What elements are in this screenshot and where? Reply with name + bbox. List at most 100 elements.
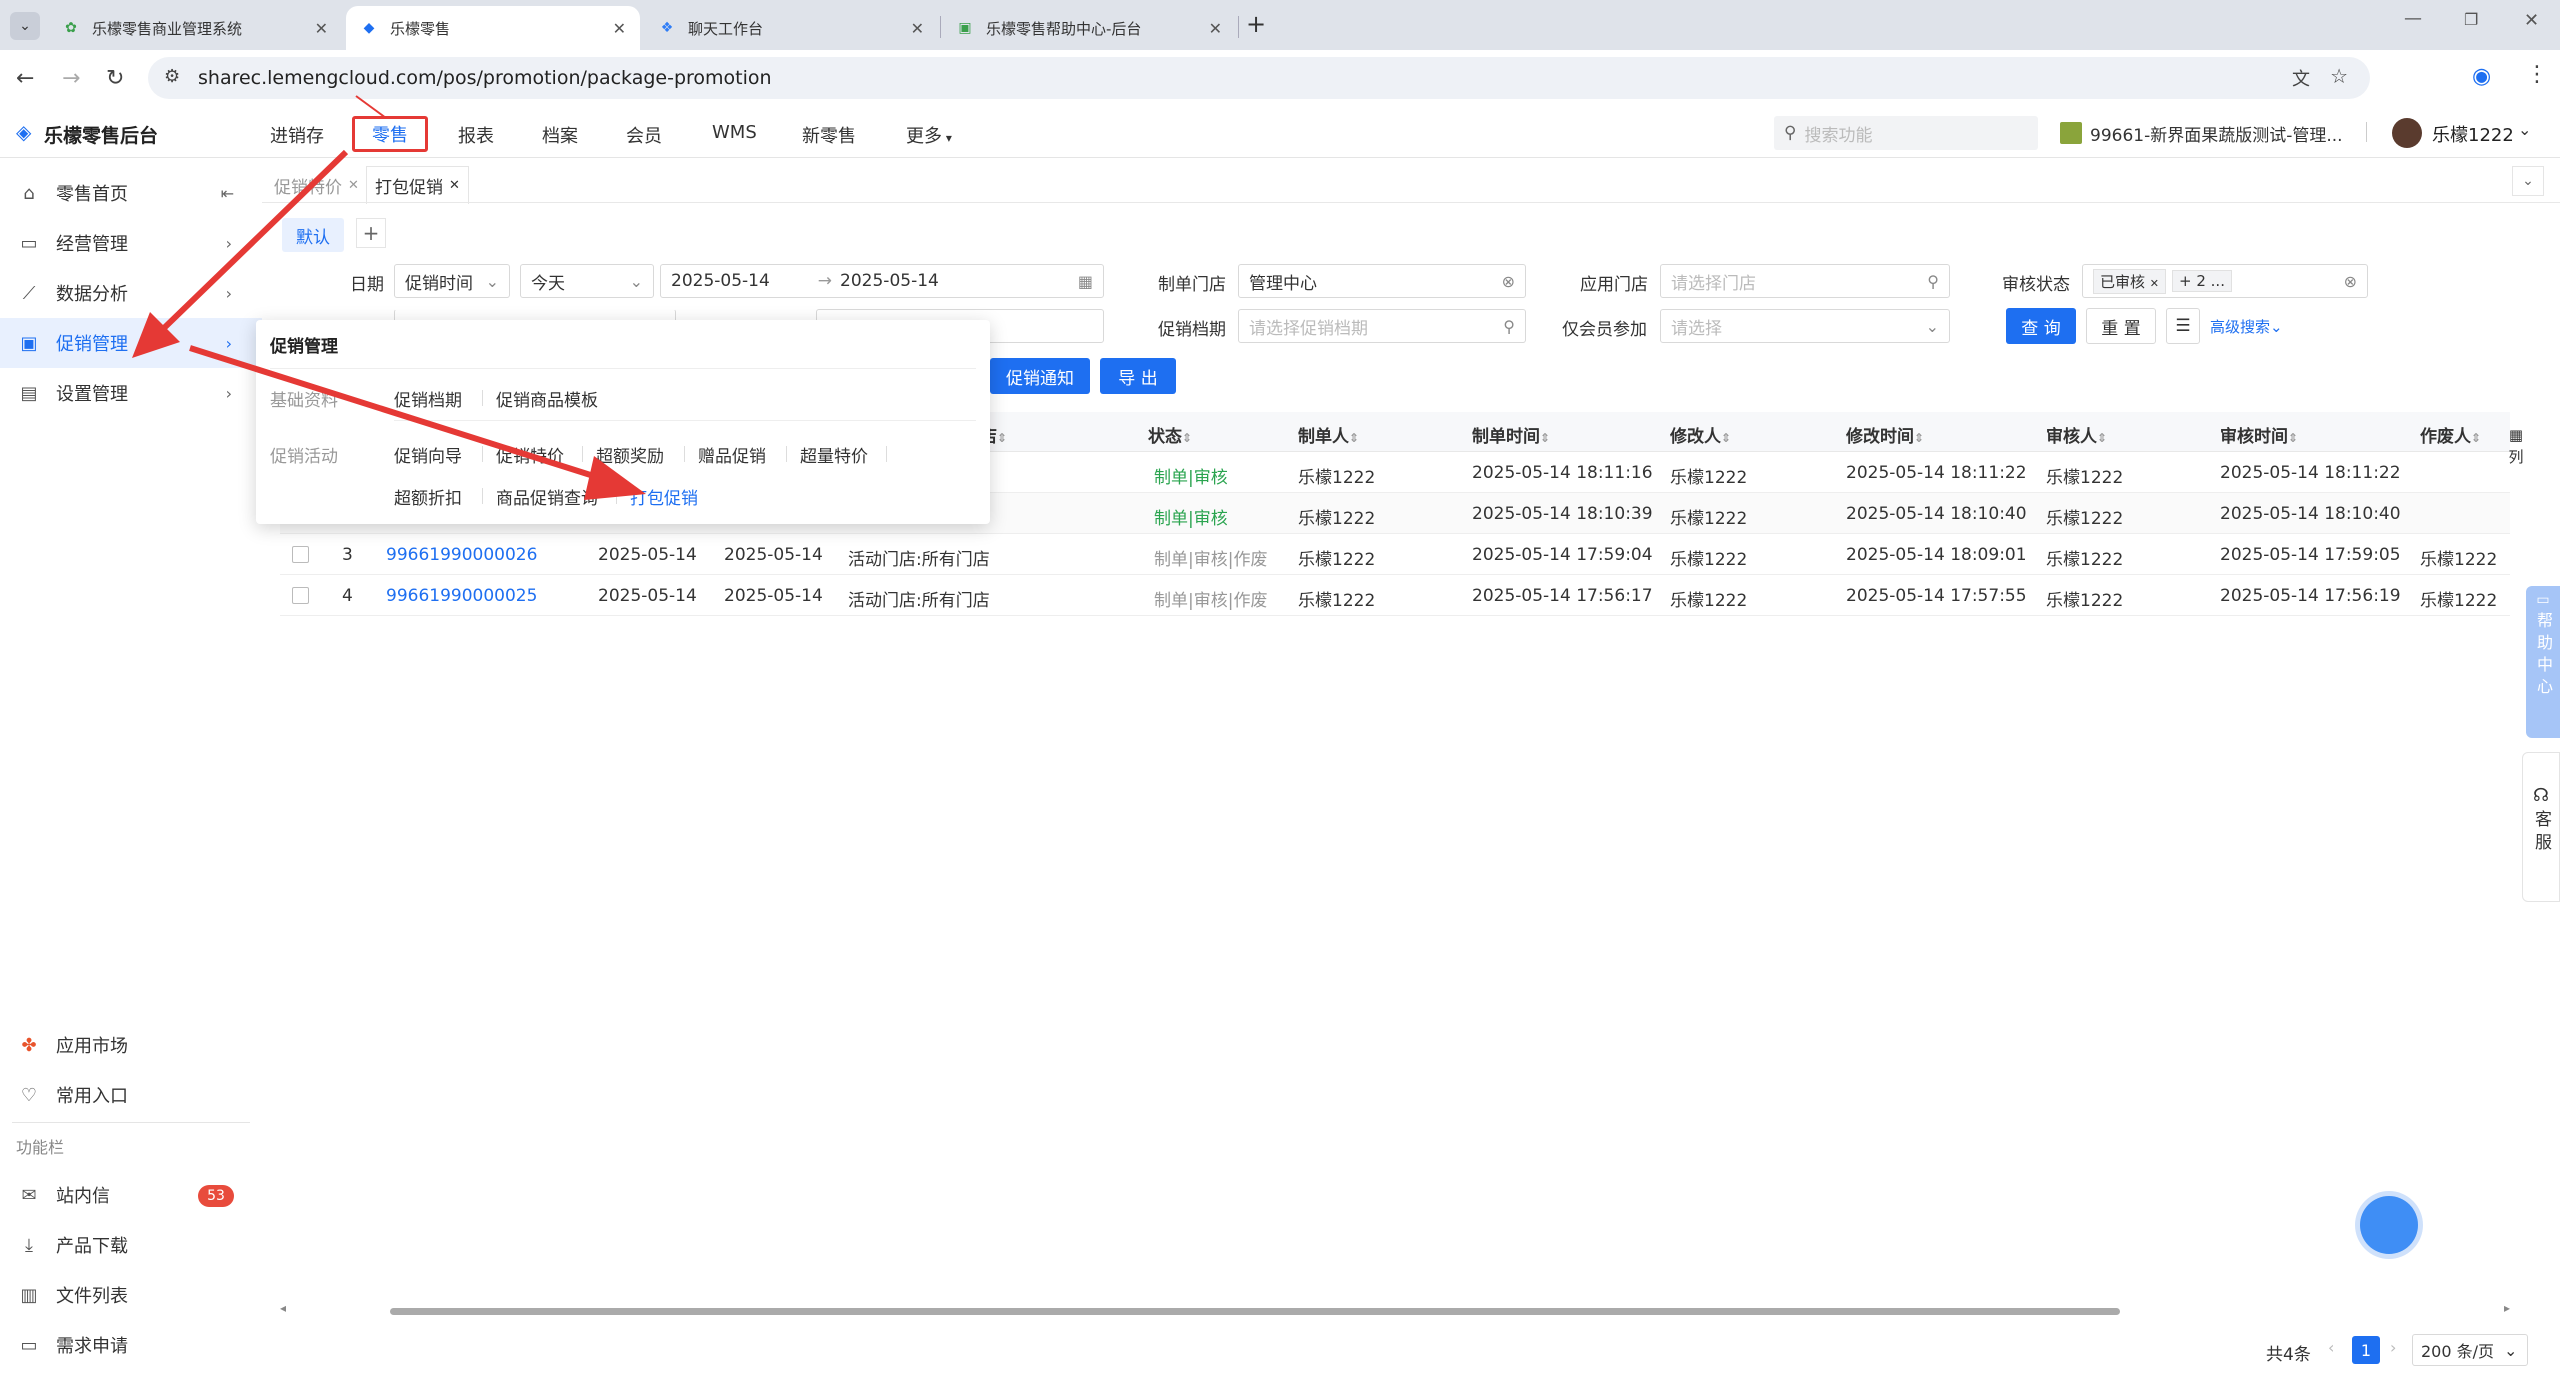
nav-item[interactable]: 新零售 xyxy=(802,122,856,148)
nav-item[interactable]: 会员 xyxy=(626,122,662,148)
restore-icon[interactable]: ❐ xyxy=(2464,10,2478,29)
row-checkbox[interactable] xyxy=(292,587,309,604)
close-icon[interactable]: ✕ xyxy=(348,178,359,193)
browser-tab-active[interactable]: ◆ 乐檬零售 ✕ xyxy=(346,6,640,50)
date-to[interactable]: 2025-05-14 xyxy=(840,271,939,291)
bookmark-star-icon[interactable]: ☆ xyxy=(2330,64,2348,88)
column-header-make-time[interactable]: 制单时间⇕ xyxy=(1472,422,1550,447)
function-search-input[interactable]: ⚲ 搜索功能 xyxy=(1774,116,2038,150)
popup-item-wizard[interactable]: 促销向导 xyxy=(394,442,462,467)
menu-dots-icon[interactable]: ⋮ xyxy=(2526,62,2548,87)
scroll-right-icon[interactable]: ▸ xyxy=(2504,1301,2510,1315)
audit-status-select[interactable]: 已审核 ✕ + 2 ... ⊗ xyxy=(2082,264,2368,298)
back-arrow-icon[interactable]: ← xyxy=(16,66,34,91)
clear-icon[interactable]: ⊗ xyxy=(1502,272,1515,291)
make-store-select[interactable]: 管理中心 ⊗ xyxy=(1238,264,1526,298)
scroll-left-icon[interactable]: ◂ xyxy=(280,1301,286,1315)
page-tab[interactable]: 促销特价 ✕ xyxy=(274,170,359,200)
sidebar-item-file-list[interactable]: ▥ 文件列表 xyxy=(0,1270,262,1320)
query-button[interactable]: 查 询 xyxy=(2006,308,2076,344)
nav-item[interactable]: 报表 xyxy=(458,122,494,148)
avatar[interactable] xyxy=(2392,118,2422,148)
minimize-icon[interactable]: — xyxy=(2404,8,2422,29)
prev-page-icon[interactable]: ‹ xyxy=(2328,1338,2334,1357)
popup-item-excess-discount[interactable]: 超额折扣 xyxy=(394,484,462,509)
nav-item[interactable]: WMS xyxy=(712,122,757,143)
column-header-status[interactable]: 状态⇕ xyxy=(1148,422,1192,447)
browser-tab[interactable]: ✿ 乐檬零售商业管理系统 ✕ xyxy=(48,6,342,50)
expand-chevron-icon[interactable]: ⌄ xyxy=(2512,166,2544,196)
page-number-current[interactable]: 1 xyxy=(2352,1336,2380,1364)
row-code-link[interactable]: 99661990000026 xyxy=(386,545,537,565)
nav-item[interactable]: 进销存 xyxy=(270,122,324,148)
browser-tab[interactable]: ❖ 聊天工作台 ✕ xyxy=(644,6,938,50)
tab-list-button[interactable]: ⌄ xyxy=(10,12,40,40)
reset-button[interactable]: 重 置 xyxy=(2086,308,2156,344)
nav-item-more[interactable]: 更多 ▾ xyxy=(906,122,952,148)
nav-item[interactable]: 档案 xyxy=(542,122,578,148)
close-icon[interactable]: ✕ xyxy=(2150,277,2159,290)
page-tab-active[interactable]: 打包促销 ✕ xyxy=(366,166,469,204)
store-selector[interactable]: 99661-新界面果蔬版测试-管理... xyxy=(2090,121,2343,146)
horizontal-scrollbar[interactable]: ◂ ▸ xyxy=(280,1301,2510,1318)
promotion-notice-button[interactable]: 促销通知 xyxy=(990,358,1090,394)
search-icon[interactable]: ⚲ xyxy=(1927,272,1939,291)
member-only-select[interactable]: 请选择 ⌄ xyxy=(1660,309,1950,343)
customer-service-tab[interactable]: ☊ 客服 xyxy=(2522,752,2560,902)
sidebar-item-favorites[interactable]: ♡ 常用入口 xyxy=(0,1070,262,1120)
popup-item-promo-query[interactable]: 商品促销查询 xyxy=(496,484,598,509)
popup-item-schedule[interactable]: 促销档期 xyxy=(394,386,462,411)
sidebar-item-promotion[interactable]: ▣ 促销管理 › xyxy=(0,318,262,368)
scroll-thumb[interactable] xyxy=(390,1308,2120,1315)
profile-icon[interactable]: ◉ xyxy=(2472,64,2491,89)
popup-item-bulk-price[interactable]: 超量特价 xyxy=(800,442,868,467)
table-row[interactable]: 3 99661990000026 2025-05-14 2025-05-14 活… xyxy=(280,534,2510,575)
site-settings-icon[interactable]: ⚙ xyxy=(164,66,180,87)
popup-item-template[interactable]: 促销商品模板 xyxy=(496,386,598,411)
next-page-icon[interactable]: › xyxy=(2390,1338,2396,1357)
add-view-plus-icon[interactable]: + xyxy=(356,218,386,248)
sidebar-item-download[interactable]: ⤓ 产品下载 xyxy=(0,1220,262,1270)
clear-icon[interactable]: ⊗ xyxy=(2344,272,2357,291)
popup-item-special-price[interactable]: 促销特价 xyxy=(496,442,564,467)
date-range-picker[interactable]: 2025-05-14 → 2025-05-14 ▦ xyxy=(660,264,1104,298)
column-header-auditor[interactable]: 审核人⇕ xyxy=(2046,422,2107,447)
chevron-down-icon[interactable]: ⌄ xyxy=(2518,120,2531,139)
close-icon[interactable]: ✕ xyxy=(613,19,626,38)
collapse-sidebar-icon[interactable]: ⇤ xyxy=(221,184,234,203)
column-header-maker[interactable]: 制单人⇕ xyxy=(1298,422,1359,447)
nav-item-active[interactable]: 零售 xyxy=(352,116,428,152)
schedule-input[interactable]: 请选择促销档期 ⚲ xyxy=(1238,309,1526,343)
view-tab-default[interactable]: 默认 xyxy=(282,218,344,252)
export-button[interactable]: 导 出 xyxy=(1100,358,1176,394)
popup-item-excess-reward[interactable]: 超额奖励 xyxy=(596,442,664,467)
close-icon[interactable]: ✕ xyxy=(1209,19,1222,38)
help-center-tab[interactable]: ▭ 帮助中心 xyxy=(2526,586,2560,738)
table-row[interactable]: 4 99661990000025 2025-05-14 2025-05-14 活… xyxy=(280,575,2510,616)
search-icon[interactable]: ⚲ xyxy=(1503,317,1515,336)
date-type-select[interactable]: 促销时间 ⌄ xyxy=(394,264,510,298)
close-icon[interactable]: ✕ xyxy=(911,19,924,38)
column-header-audit-time[interactable]: 审核时间⇕ xyxy=(2220,422,2298,447)
column-header-modify-time[interactable]: 修改时间⇕ xyxy=(1846,422,1924,447)
column-header-voider[interactable]: 作废人⇕ xyxy=(2420,422,2481,447)
close-icon[interactable]: ✕ xyxy=(449,178,460,193)
user-name[interactable]: 乐檬1222 xyxy=(2432,121,2514,147)
filter-settings-icon[interactable]: ☰ xyxy=(2166,308,2200,344)
sidebar-item-requests[interactable]: ▭ 需求申请 xyxy=(0,1320,262,1370)
floating-assistant-button[interactable] xyxy=(2360,1196,2418,1254)
page-size-select[interactable]: 200 条/页 ⌄ xyxy=(2412,1334,2528,1366)
sidebar-item-data-analysis[interactable]: ⟋ 数据分析 › xyxy=(0,268,262,318)
forward-arrow-icon[interactable]: → xyxy=(62,66,80,91)
browser-tab[interactable]: ▣ 乐檬零售帮助中心-后台 ✕ xyxy=(942,6,1236,50)
sidebar-item-business[interactable]: ▭ 经营管理 › xyxy=(0,218,262,268)
reload-icon[interactable]: ↻ xyxy=(106,66,124,91)
row-code-link[interactable]: 99661990000025 xyxy=(386,586,537,606)
popup-item-package-promotion[interactable]: 打包促销 xyxy=(630,484,698,509)
close-icon[interactable]: ✕ xyxy=(315,19,328,38)
sidebar-item-retail-home[interactable]: ⌂ 零售首页 ⇤ xyxy=(0,168,262,218)
apply-store-input[interactable]: 请选择门店 ⚲ xyxy=(1660,264,1950,298)
sidebar-item-messages[interactable]: ✉ 站内信 53 xyxy=(0,1170,262,1220)
row-checkbox[interactable] xyxy=(292,546,309,563)
window-close-icon[interactable]: ✕ xyxy=(2524,10,2539,31)
